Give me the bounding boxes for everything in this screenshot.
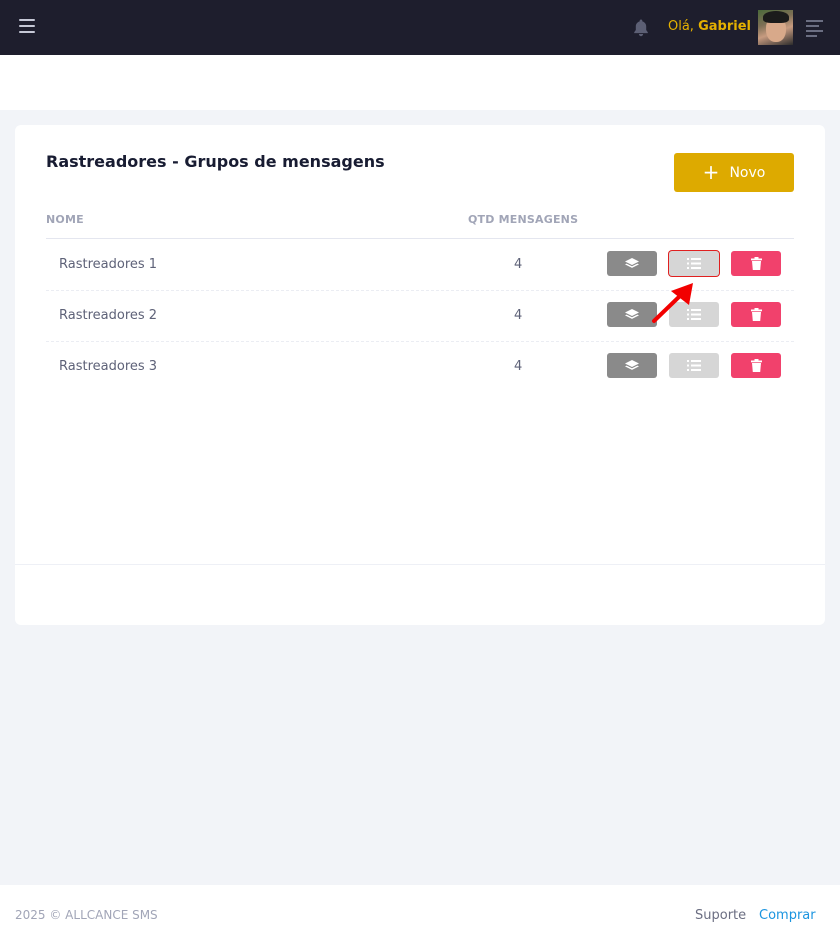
column-header-nome[interactable]: NOME: [46, 213, 84, 226]
row-nome: Rastreadores 3: [59, 359, 158, 374]
page-title: Rastreadores - Grupos de mensagens: [46, 152, 385, 171]
layers-icon: [625, 257, 639, 268]
layers-icon: [625, 359, 639, 370]
avatar[interactable]: [758, 10, 793, 45]
row-nome: Rastreadores 1: [59, 257, 158, 272]
layers-button[interactable]: [607, 251, 657, 276]
delete-button[interactable]: [731, 353, 781, 378]
greeting-text: Olá,: [668, 19, 694, 34]
layers-icon: [625, 308, 639, 319]
plus-icon: +: [702, 159, 720, 184]
delete-button[interactable]: [731, 251, 781, 276]
list-icon: [687, 360, 701, 371]
delete-button[interactable]: [731, 302, 781, 327]
table-row: Rastreadores 3 4: [46, 341, 794, 392]
user-name: Gabriel: [698, 19, 751, 34]
column-header-qtd[interactable]: QTD MENSAGENS: [468, 213, 578, 226]
subheader: [0, 55, 840, 110]
row-qtd: 4: [514, 257, 523, 272]
menu-icon[interactable]: [806, 20, 823, 37]
row-qtd: 4: [514, 308, 523, 323]
footer-link-suporte[interactable]: Suporte: [695, 908, 746, 923]
annotation-arrow-icon: [652, 283, 693, 323]
list-button[interactable]: [669, 251, 719, 276]
list-icon: [687, 258, 701, 269]
footer: 2025 © ALLCANCE SMS Suporte Comprar: [0, 885, 840, 947]
groups-card: Rastreadores - Grupos de mensagens + Nov…: [15, 125, 825, 625]
copyright-text: 2025 © ALLCANCE SMS: [15, 908, 158, 922]
new-button-label: Novo: [729, 164, 766, 181]
footer-link-comprar[interactable]: Comprar: [759, 908, 816, 923]
trash-icon: [750, 257, 762, 270]
new-button[interactable]: + Novo: [674, 153, 794, 192]
row-qtd: 4: [514, 359, 523, 374]
hamburger-icon[interactable]: [19, 19, 35, 35]
bell-icon[interactable]: [633, 19, 649, 37]
card-footer-divider: [15, 564, 825, 565]
row-nome: Rastreadores 2: [59, 308, 158, 323]
layers-button[interactable]: [607, 353, 657, 378]
trash-icon: [750, 359, 762, 372]
trash-icon: [750, 308, 762, 321]
user-greeting[interactable]: Olá, Gabriel: [668, 19, 751, 34]
top-navbar: Olá, Gabriel: [0, 0, 840, 55]
list-button[interactable]: [669, 353, 719, 378]
